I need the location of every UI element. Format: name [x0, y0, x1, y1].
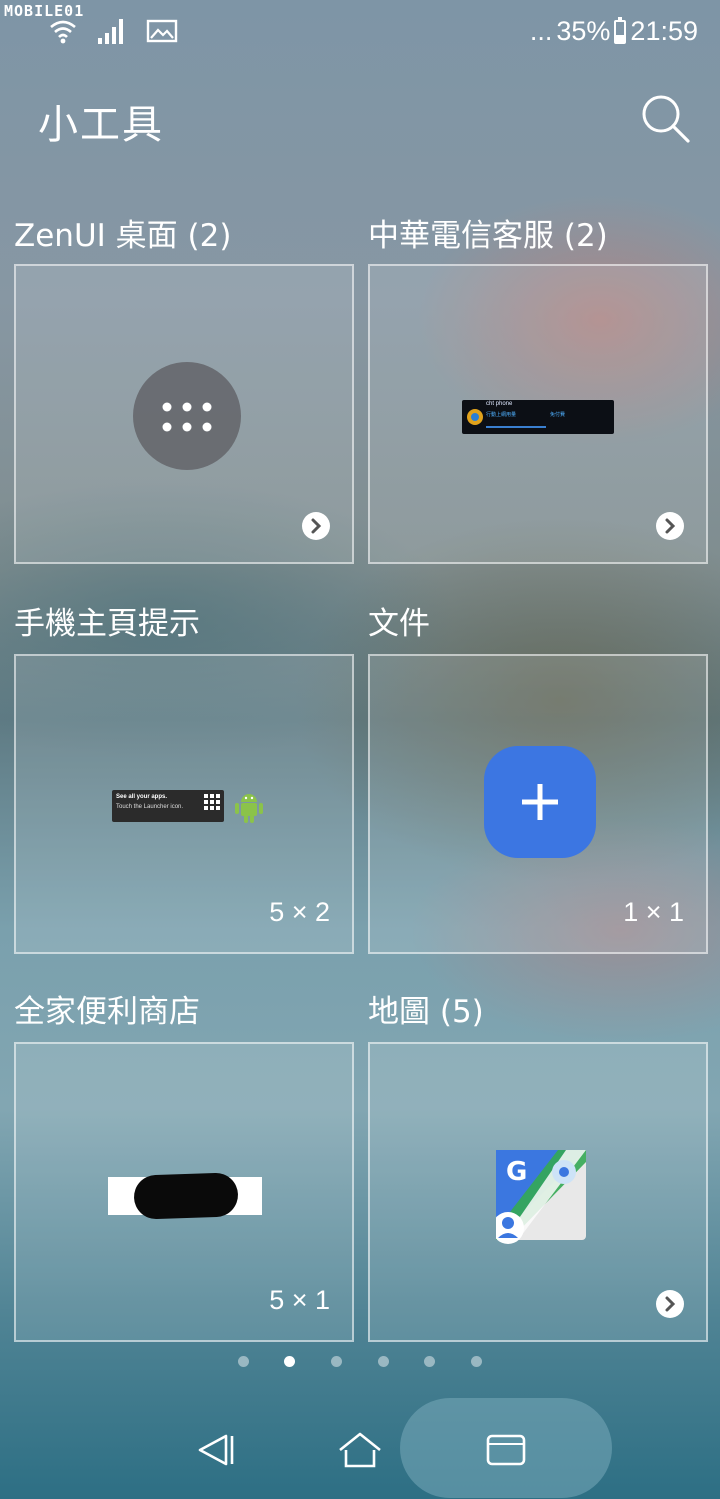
page-title: 小工具 — [38, 102, 164, 148]
tip-line-1: See all your apps. — [116, 794, 168, 800]
widget-size-label: 5 × 2 — [269, 897, 330, 927]
svg-text:G: G — [506, 1157, 527, 1187]
chevron-right-icon[interactable] — [656, 1290, 684, 1318]
battery-percent: 35% — [556, 16, 611, 46]
widget-preview-card[interactable]: 1 × 1 — [368, 654, 708, 954]
cht-preview-title: cht phone — [486, 401, 513, 407]
status-icons — [48, 16, 178, 46]
apps-grid-icon — [162, 402, 212, 432]
page-dot[interactable] — [238, 1356, 249, 1367]
widget-size-label: 1 × 1 — [623, 897, 684, 927]
widget-preview-card[interactable]: G — [368, 1042, 708, 1342]
page-dot[interactable] — [424, 1356, 435, 1367]
cht-preview-right: 免付費 — [550, 412, 566, 418]
wifi-icon — [50, 20, 76, 44]
recents-icon — [486, 1434, 526, 1466]
signal-icon — [98, 19, 123, 44]
widget-preview-card[interactable]: cht phone 行動上網用量 免付費 — [368, 264, 708, 564]
back-icon — [198, 1434, 234, 1466]
widget-preview-card[interactable]: See all your apps. Touch the Launcher ic… — [14, 654, 354, 954]
widget-title: 中華電信客服 (2) — [368, 218, 608, 254]
apps-grid-icon — [204, 794, 220, 810]
recents-button[interactable] — [476, 1420, 536, 1480]
google-maps-icon: G — [496, 1150, 586, 1244]
page-dot-active[interactable] — [284, 1356, 295, 1367]
redacted-mark — [133, 1172, 239, 1220]
widget-title: 文件 — [368, 606, 430, 642]
chevron-right-icon[interactable] — [302, 512, 330, 540]
page-dot[interactable] — [471, 1356, 482, 1367]
launcher-preview — [133, 362, 241, 470]
page-dot[interactable] — [378, 1356, 389, 1367]
more-signal-dots: ... — [529, 16, 553, 46]
android-icon — [235, 794, 263, 823]
clock: 21:59 — [630, 16, 698, 46]
cht-usage-bar — [486, 426, 546, 428]
status-right: ... 35% 21:59 — [530, 16, 698, 47]
widget-title: ZenUI 桌面 (2) — [14, 218, 232, 254]
cht-preview-left: 行動上網用量 — [486, 412, 517, 418]
search-button[interactable] — [640, 93, 692, 145]
chevron-right-icon[interactable] — [656, 512, 684, 540]
page-dot[interactable] — [331, 1356, 342, 1367]
widget-title: 地圖 (5) — [368, 994, 484, 1030]
docs-add-preview — [484, 746, 596, 858]
status-bar: MOBILE01 ... 35% 21:59 — [0, 0, 720, 64]
cht-phone-preview: cht phone 行動上網用量 免付費 — [462, 400, 614, 434]
launcher-tip-preview: See all your apps. Touch the Launcher ic… — [112, 790, 224, 822]
widget-preview-card[interactable] — [14, 264, 354, 564]
page-indicator — [0, 1356, 720, 1370]
home-icon — [339, 1432, 381, 1468]
battery-fill — [616, 34, 625, 42]
widget-title: 手機主頁提示 — [14, 606, 200, 642]
home-button[interactable] — [330, 1420, 390, 1480]
plus-icon — [522, 784, 558, 820]
search-icon — [642, 95, 690, 143]
widget-size-label: 5 × 1 — [269, 1285, 330, 1315]
tip-line-2: Touch the Launcher icon. — [116, 804, 184, 810]
widget-title: 全家便利商店 — [14, 994, 200, 1030]
back-button[interactable] — [186, 1420, 246, 1480]
widget-preview-card[interactable]: 5 × 1 — [14, 1042, 354, 1342]
cht-logo-icon — [467, 409, 483, 425]
image-icon — [146, 19, 178, 43]
battery-icon — [614, 16, 627, 44]
